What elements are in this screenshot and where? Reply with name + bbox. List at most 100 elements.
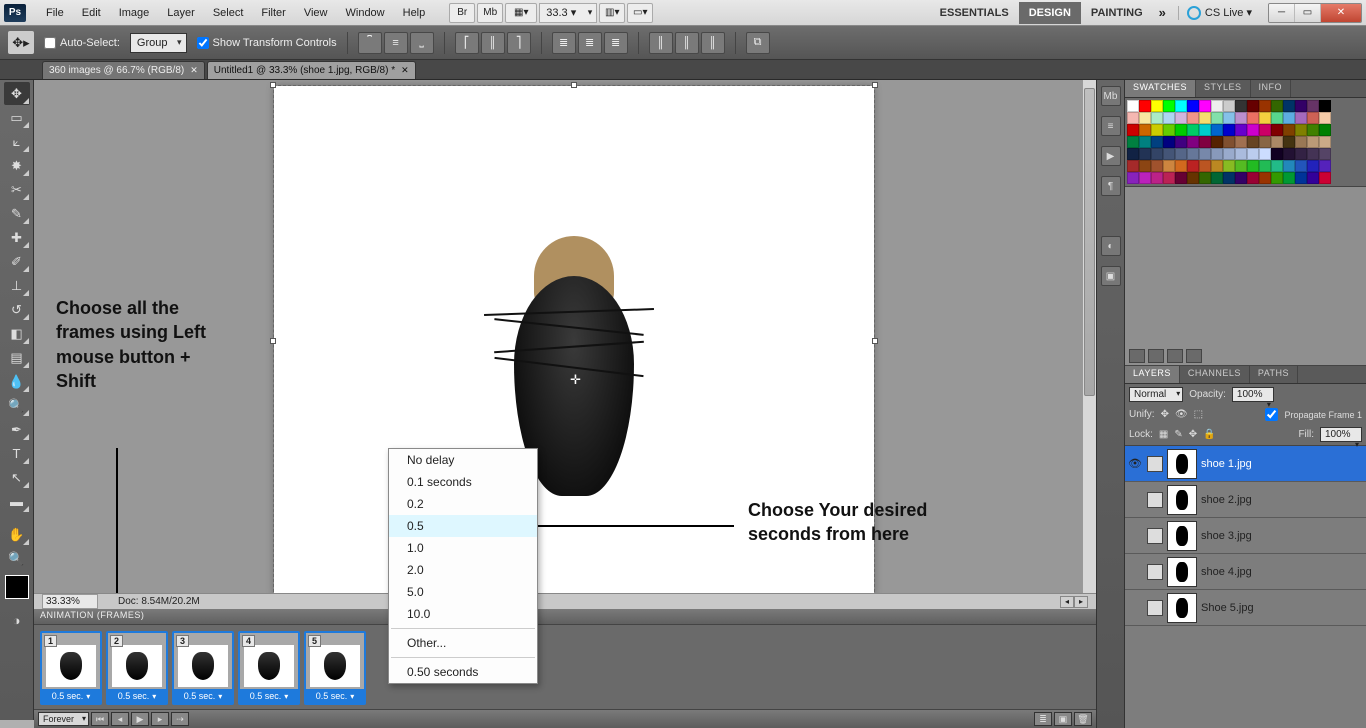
- document-tab[interactable]: 360 images @ 66.7% (RGB/8)✕: [42, 61, 205, 79]
- marquee-tool[interactable]: ▭: [4, 106, 30, 129]
- eyedropper-tool[interactable]: ✎: [4, 202, 30, 225]
- swatch[interactable]: [1295, 172, 1307, 184]
- swatch[interactable]: [1211, 148, 1223, 160]
- move-tool[interactable]: ✥: [4, 82, 30, 105]
- tween-button[interactable]: ⇢: [171, 712, 189, 726]
- swatch[interactable]: [1295, 160, 1307, 172]
- hand-tool[interactable]: ✋: [4, 523, 30, 546]
- align-vcenter[interactable]: ≡: [384, 32, 408, 54]
- swatch[interactable]: [1271, 112, 1283, 124]
- swatch[interactable]: [1259, 136, 1271, 148]
- swatch[interactable]: [1199, 148, 1211, 160]
- dodge-tool[interactable]: 🔍: [4, 394, 30, 417]
- tab-swatches[interactable]: SWATCHES: [1125, 80, 1196, 97]
- lock-all-icon[interactable]: 🔒: [1203, 429, 1215, 440]
- swatch[interactable]: [1187, 160, 1199, 172]
- tab-layers[interactable]: LAYERS: [1125, 366, 1180, 383]
- layer-name[interactable]: shoe 2.jpg: [1201, 494, 1364, 506]
- delete-frame-button[interactable]: 🗑: [1074, 712, 1092, 726]
- layer-link-box[interactable]: [1147, 564, 1163, 580]
- menu-window[interactable]: Window: [338, 3, 393, 23]
- blend-mode-select[interactable]: Normal: [1129, 387, 1183, 402]
- dist-left[interactable]: ║: [649, 32, 673, 54]
- foreground-color[interactable]: [5, 575, 29, 599]
- swatch[interactable]: [1127, 112, 1139, 124]
- frame-delay-button[interactable]: 0.5 sec.: [42, 689, 100, 703]
- tab-styles[interactable]: STYLES: [1196, 80, 1251, 97]
- propagate-checkbox[interactable]: [1265, 408, 1278, 421]
- play-button[interactable]: ▶: [131, 712, 149, 726]
- frame-delay-button[interactable]: 0.5 sec.: [108, 689, 166, 703]
- menu-image[interactable]: Image: [111, 3, 158, 23]
- swatch[interactable]: [1175, 148, 1187, 160]
- swatch[interactable]: [1151, 100, 1163, 112]
- swatch[interactable]: [1187, 100, 1199, 112]
- swatch[interactable]: [1295, 124, 1307, 136]
- swatch[interactable]: [1211, 112, 1223, 124]
- dist-hcenter[interactable]: ║: [675, 32, 699, 54]
- swatch[interactable]: [1307, 100, 1319, 112]
- swatch[interactable]: [1187, 172, 1199, 184]
- swatch[interactable]: [1307, 124, 1319, 136]
- animation-frame[interactable]: 20.5 sec.: [106, 631, 168, 705]
- delay-option[interactable]: 5.0: [389, 581, 537, 603]
- swatch[interactable]: [1127, 160, 1139, 172]
- animation-frame[interactable]: 30.5 sec.: [172, 631, 234, 705]
- swatch[interactable]: [1199, 112, 1211, 124]
- swatch[interactable]: [1319, 160, 1331, 172]
- swatch[interactable]: [1211, 136, 1223, 148]
- transform-handle[interactable]: [872, 82, 878, 88]
- swatch[interactable]: [1247, 112, 1259, 124]
- layer-row[interactable]: shoe 3.jpg: [1125, 518, 1366, 554]
- swatch[interactable]: [1307, 136, 1319, 148]
- swatch[interactable]: [1271, 172, 1283, 184]
- tab-info[interactable]: INFO: [1251, 80, 1292, 97]
- swatch[interactable]: [1319, 148, 1331, 160]
- swatch[interactable]: [1223, 124, 1235, 136]
- animation-frame[interactable]: 40.5 sec.: [238, 631, 300, 705]
- workspace-design[interactable]: DESIGN: [1019, 2, 1081, 24]
- swatch[interactable]: [1211, 124, 1223, 136]
- layer-row[interactable]: Shoe 5.jpg: [1125, 590, 1366, 626]
- history-icon[interactable]: ≡: [1101, 116, 1121, 136]
- swatch[interactable]: [1235, 172, 1247, 184]
- swatch[interactable]: [1283, 148, 1295, 160]
- lock-position-icon[interactable]: ✥: [1189, 429, 1197, 440]
- delay-option[interactable]: 2.0: [389, 559, 537, 581]
- dist-top[interactable]: ≣: [552, 32, 576, 54]
- swatch[interactable]: [1187, 112, 1199, 124]
- window-maximize[interactable]: ▭: [1295, 4, 1321, 22]
- vertical-scrollbar[interactable]: [1082, 80, 1096, 594]
- swatch[interactable]: [1163, 112, 1175, 124]
- swatch[interactable]: [1235, 124, 1247, 136]
- swatch[interactable]: [1211, 160, 1223, 172]
- swatch[interactable]: [1151, 136, 1163, 148]
- swatch[interactable]: [1223, 112, 1235, 124]
- window-close[interactable]: ✕: [1321, 4, 1361, 22]
- delay-other[interactable]: Other...: [389, 632, 537, 654]
- zoom-tool[interactable]: 🔍: [4, 547, 30, 570]
- swatch[interactable]: [1247, 100, 1259, 112]
- swatch[interactable]: [1235, 112, 1247, 124]
- gradient-tool[interactable]: ▤: [4, 346, 30, 369]
- swatch[interactable]: [1259, 112, 1271, 124]
- swatch[interactable]: [1295, 100, 1307, 112]
- nav-prev[interactable]: ◂: [1060, 596, 1074, 608]
- adjust-icon[interactable]: ◐: [1101, 236, 1121, 256]
- swatch[interactable]: [1307, 112, 1319, 124]
- first-frame-button[interactable]: ⏮: [91, 712, 109, 726]
- workspace-essentials[interactable]: ESSENTIALS: [930, 2, 1019, 24]
- swatch[interactable]: [1235, 136, 1247, 148]
- swatch[interactable]: [1259, 172, 1271, 184]
- document-tab[interactable]: Untitled1 @ 33.3% (shoe 1.jpg, RGB/8) *✕: [207, 61, 416, 79]
- align-hcenter[interactable]: ║: [481, 32, 505, 54]
- swatch[interactable]: [1163, 100, 1175, 112]
- swatch[interactable]: [1271, 124, 1283, 136]
- swatch[interactable]: [1187, 136, 1199, 148]
- menu-edit[interactable]: Edit: [74, 3, 109, 23]
- swatch[interactable]: [1163, 160, 1175, 172]
- menu-help[interactable]: Help: [395, 3, 434, 23]
- swatch[interactable]: [1139, 172, 1151, 184]
- workspace-more[interactable]: »: [1153, 1, 1172, 24]
- swatch[interactable]: [1271, 100, 1283, 112]
